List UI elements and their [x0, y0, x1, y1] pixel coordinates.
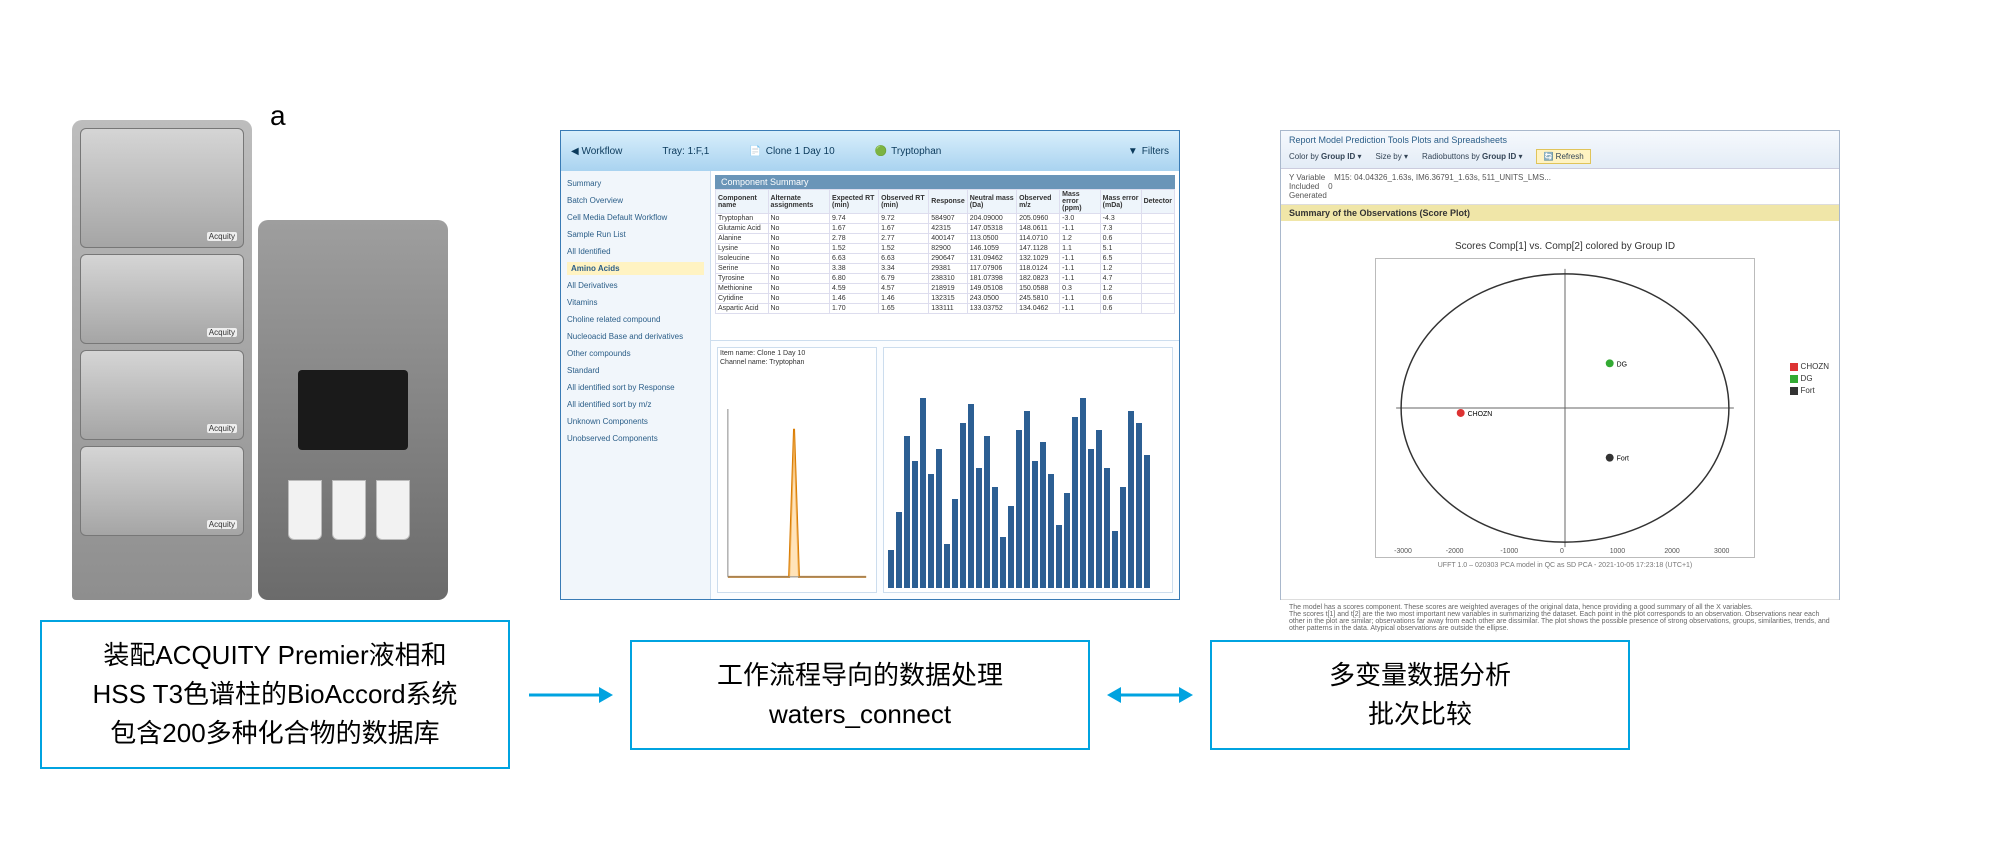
score-plot-legend: CHOZNDGFort — [1790, 361, 1829, 397]
table-row[interactable]: AlanineNo2.782.77400147113.0500114.07101… — [716, 234, 1175, 244]
table-row[interactable]: TryptophanNo9.749.72584907204.09000205.0… — [716, 214, 1175, 224]
ezinfo-ribbon: Report Model Prediction Tools Plots and … — [1281, 131, 1839, 169]
panel-software: ◀ Workflow Tray: 1:F,1 📄 Clone 1 Day 10 … — [560, 130, 1180, 600]
svg-text:-1000: -1000 — [1500, 548, 1518, 555]
summary-bar: Summary of the Observations (Score Plot) — [1281, 205, 1839, 221]
svg-text:-3000: -3000 — [1394, 548, 1412, 555]
svg-text:DG: DG — [1617, 361, 1627, 368]
chromatogram-peak-chart: Item name: Clone 1 Day 10 Channel name: … — [717, 347, 877, 593]
filters-button[interactable]: ▼ Filters — [1128, 146, 1169, 157]
svg-text:Fort: Fort — [1617, 456, 1629, 463]
svg-text:3000: 3000 — [1714, 548, 1730, 555]
tray-label: Tray: 1:F,1 — [662, 146, 709, 157]
table-row[interactable]: SerineNo3.383.3429381117.07906118.0124-1… — [716, 264, 1175, 274]
caption-software: 工作流程导向的数据处理 waters_connect — [630, 640, 1090, 750]
sample-label: Clone 1 Day 10 — [766, 146, 835, 157]
vial-icon — [332, 480, 366, 540]
workflow-button[interactable]: ◀ Workflow — [571, 146, 622, 157]
vial-icon — [288, 480, 322, 540]
panel-instrument: a — [60, 20, 460, 600]
table-row[interactable]: Aspartic AcidNo1.701.65133111133.0375213… — [716, 304, 1175, 314]
sidebar-item[interactable]: All identified sort by m/z — [567, 398, 704, 411]
panel-ezinfo: Report Model Prediction Tools Plots and … — [1280, 130, 1840, 600]
workflow-sidebar: Summary Batch Overview Cell Media Default … — [561, 171, 711, 599]
sidebar-item[interactable]: All Identified — [567, 245, 704, 258]
sidebar-item[interactable]: All identified sort by Response — [567, 381, 704, 394]
lc-tower — [72, 120, 252, 600]
table-row[interactable]: Glutamic AcidNo1.671.6742315147.05318148… — [716, 224, 1175, 234]
figure-row: a — [0, 0, 2000, 610]
ms-detector — [258, 220, 448, 600]
peak-item-label: Item name: Clone 1 Day 10 — [718, 348, 876, 359]
sidebar-item[interactable]: Unknown Components — [567, 415, 704, 428]
svg-text:0: 0 — [1560, 548, 1564, 555]
ezinfo-notes: The model has a scores component. These … — [1281, 599, 1839, 636]
peak-channel-label: Channel name: Tryptophan — [718, 359, 876, 366]
response-bar-chart — [883, 347, 1173, 593]
sidebar-item[interactable]: Cell Media Default Workflow — [567, 211, 704, 224]
waters-connect-screenshot: ◀ Workflow Tray: 1:F,1 📄 Clone 1 Day 10 … — [560, 130, 1180, 600]
table-row[interactable]: MethionineNo4.594.57218919149.05108150.0… — [716, 284, 1175, 294]
table-row[interactable]: TyrosineNo6.806.79238310181.07398182.082… — [716, 274, 1175, 284]
table-row[interactable]: CytidineNo1.461.46132315243.0500245.5810… — [716, 294, 1175, 304]
sidebar-item[interactable]: Batch Overview — [567, 194, 704, 207]
table-section-header: Component Summary — [715, 175, 1175, 189]
pca-score-plot: CHOZN DG Fort -3000 -2000 -1000 0 1000 2000 3… — [1375, 258, 1755, 558]
refresh-button[interactable]: 🔄 Refresh — [1536, 149, 1590, 164]
vial-icon — [376, 480, 410, 540]
score-plot-title: Scores Comp[1] vs. Comp[2] colored by Gr… — [1331, 241, 1799, 252]
sidebar-item[interactable]: Sample Run List — [567, 228, 704, 241]
ezinfo-screenshot: Report Model Prediction Tools Plots and … — [1280, 130, 1840, 600]
component-summary-table: Component Summary Component nameAlternat… — [711, 171, 1179, 341]
plot-footer: UFFT 1.0 – 020303 PCA model in QC as SD … — [1331, 562, 1799, 569]
arrow-right-icon — [525, 680, 615, 710]
svg-text:1000: 1000 — [1610, 548, 1626, 555]
detector-screen-icon — [298, 370, 408, 450]
caption-ezinfo: 多变量数据分析 批次比较 — [1210, 640, 1630, 750]
software-ribbon: ◀ Workflow Tray: 1:F,1 📄 Clone 1 Day 10 … — [561, 131, 1179, 171]
sidebar-item[interactable]: Amino Acids — [567, 262, 704, 275]
sidebar-item[interactable]: Other compounds — [567, 347, 704, 360]
sidebar-item[interactable]: Choline related compound — [567, 313, 704, 326]
sidebar-item[interactable]: Vitamins — [567, 296, 704, 309]
instrument-image: a — [60, 20, 460, 600]
sidebar-item[interactable]: Nucleoacid Base and derivatives — [567, 330, 704, 343]
svg-text:CHOZN: CHOZN — [1468, 411, 1493, 418]
sidebar-item[interactable]: All Derivatives — [567, 279, 704, 292]
sidebar-item[interactable]: Unobserved Components — [567, 432, 704, 445]
sidebar-item[interactable]: Standard — [567, 364, 704, 377]
table-row[interactable]: IsoleucineNo6.636.63290647131.09462132.1… — [716, 254, 1175, 264]
component-label: Tryptophan — [891, 146, 941, 157]
svg-text:2000: 2000 — [1664, 548, 1680, 555]
svg-text:-2000: -2000 — [1446, 548, 1464, 555]
sidebar-item[interactable]: Summary — [567, 177, 704, 190]
arrow-double-icon — [1105, 680, 1195, 710]
colorby-value: Group ID — [1321, 152, 1355, 161]
radioby-value: Group ID — [1482, 152, 1516, 161]
table-row[interactable]: LysineNo1.521.5282900146.1059147.11281.1… — [716, 244, 1175, 254]
caption-instrument: 装配ACQUITY Premier液相和 HSS T3色谱柱的BioAccord… — [40, 620, 510, 769]
